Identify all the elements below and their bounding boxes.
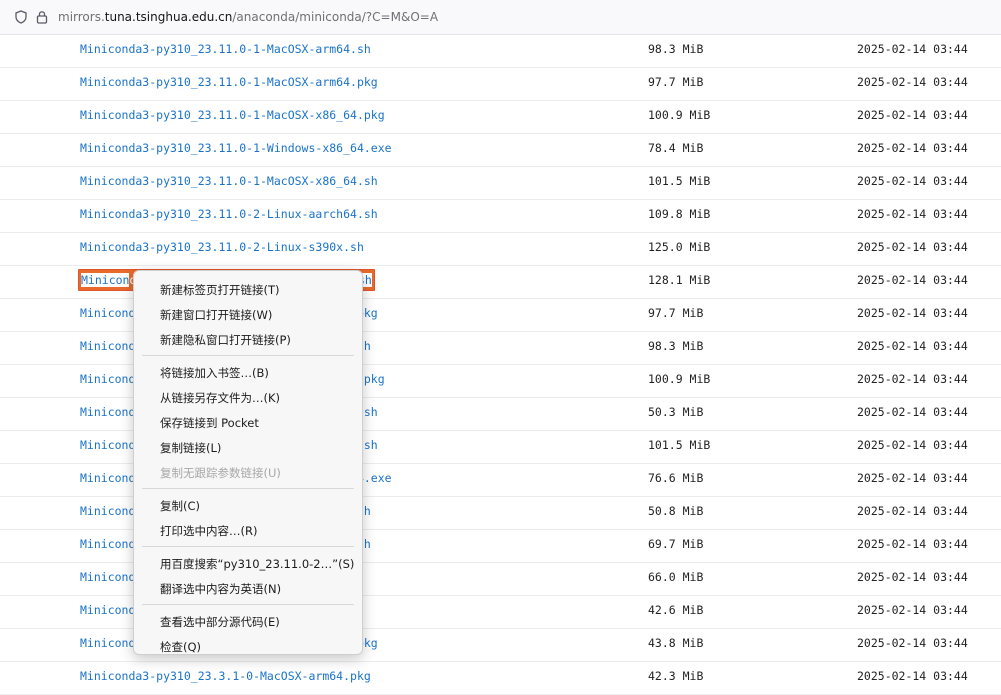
file-size: 69.7 MiB — [648, 537, 704, 551]
table-row: Miniconda3-py310_23.11.0-1-MacOSX-x86_64… — [0, 166, 1001, 200]
menu-item[interactable]: 新建标签页打开链接(T) — [134, 277, 362, 301]
menu-item-label: 从链接另存文件为…(K) — [160, 391, 281, 405]
file-size: 125.0 MiB — [648, 240, 711, 254]
file-size: 43.8 MiB — [648, 636, 704, 650]
table-row: Miniconda3-py310_23.11.0-1-MacOSX-arm64.… — [0, 34, 1001, 68]
table-row: Miniconda3-py310_23.11.0-1-Windows-x86_6… — [0, 133, 1001, 167]
file-size: 97.7 MiB — [648, 75, 704, 89]
file-link-start: Minicon — [81, 273, 130, 287]
menu-item-label: 复制链接(L) — [160, 441, 222, 455]
table-row: Miniconda3-py310_23.11.0-2-Linux-s390x.s… — [0, 232, 1001, 266]
file-date: 2025-02-14 03:44 — [857, 339, 968, 353]
file-link[interactable]: Miniconda3-py310_23.11.0-2-Linux-aarch64… — [80, 207, 378, 221]
table-row: Miniconda3-py310_23.11.0-1-MacOSX-arm64.… — [0, 67, 1001, 101]
menu-separator — [142, 355, 354, 356]
file-date: 2025-02-14 03:44 — [857, 108, 968, 122]
context-menu: 新建标签页打开链接(T) 新建窗口打开链接(W) 新建隐私窗口打开链接(P) 将链接加… — [133, 270, 363, 655]
file-size: 109.8 MiB — [648, 207, 711, 221]
lock-icon[interactable] — [35, 9, 49, 25]
menu-item-label: 查看选中部分源代码(E) — [160, 615, 280, 629]
menu-item-label: 用百度搜索“py310_23.11.0-2…”(S) — [160, 557, 355, 571]
menu-item-label: 将链接加入书签…(B) — [160, 366, 269, 380]
file-link[interactable]: Miniconda3-py310_23.11.0-1-MacOSX-x86_64… — [80, 174, 378, 188]
table-row: Miniconda3-py310_23.11.0-2-Linux-aarch64… — [0, 199, 1001, 233]
file-size: 76.6 MiB — [648, 471, 704, 485]
menu-item-label: 复制无跟踪参数链接(U) — [160, 466, 281, 480]
url-bar[interactable]: mirrors.tuna.tsinghua.edu.cn/anaconda/mi… — [0, 0, 1001, 35]
menu-separator — [142, 546, 354, 547]
file-size: 100.9 MiB — [648, 372, 711, 386]
menu-item[interactable]: 打印选中内容…(R) — [134, 518, 362, 542]
menu-item[interactable]: 将链接加入书签…(B) — [134, 360, 362, 384]
url-host: tuna.tsinghua.edu.cn — [104, 10, 233, 24]
file-size: 101.5 MiB — [648, 174, 711, 188]
menu-item-label: 新建隐私窗口打开链接(P) — [160, 333, 291, 347]
table-row: Miniconda3-py310_23.3.1-0-MacOSX-arm64.p… — [0, 661, 1001, 695]
menu-item[interactable]: 查看选中部分源代码(E) — [134, 609, 362, 633]
file-date: 2025-02-14 03:44 — [857, 207, 968, 221]
file-link[interactable]: Miniconda3-py310_23.11.0-1-MacOSX-x86_64… — [80, 108, 385, 122]
file-link[interactable]: Miniconda3-py310_23.11.0-1-Windows-x86_6… — [80, 141, 392, 155]
menu-item[interactable]: 从链接另存文件为…(K) — [134, 385, 362, 409]
file-date: 2025-02-14 03:44 — [857, 603, 968, 617]
file-size: 78.4 MiB — [648, 141, 704, 155]
file-size: 50.3 MiB — [648, 405, 704, 419]
menu-item-label: 复制(C) — [160, 499, 201, 513]
menu-item[interactable]: 复制(C) — [134, 493, 362, 517]
file-size: 50.8 MiB — [648, 504, 704, 518]
menu-item[interactable]: 用百度搜索“py310_23.11.0-2…”(S) — [134, 551, 362, 575]
shield-icon[interactable] — [14, 10, 28, 24]
file-date: 2025-02-14 03:44 — [857, 570, 968, 584]
file-date: 2025-02-14 03:44 — [857, 438, 968, 452]
menu-separator — [142, 604, 354, 605]
file-date: 2025-02-14 03:44 — [857, 504, 968, 518]
file-date: 2025-02-14 03:44 — [857, 636, 968, 650]
menu-item-label: 新建标签页打开链接(T) — [160, 283, 280, 297]
file-date: 2025-02-14 03:44 — [857, 306, 968, 320]
file-link[interactable]: Miniconda3-py310_23.11.0-1-MacOSX-arm64.… — [80, 42, 371, 56]
file-size: 128.1 MiB — [648, 273, 711, 287]
file-size: 42.3 MiB — [648, 669, 704, 683]
url-path: /anaconda/miniconda/?C=M&O=A — [232, 10, 439, 24]
file-size: 101.5 MiB — [648, 438, 711, 452]
file-link[interactable]: Miniconda3-py310_23.3.1-0-MacOSX-arm64.p… — [80, 669, 371, 683]
menu-item[interactable]: 新建隐私窗口打开链接(P) — [134, 327, 362, 351]
url-text[interactable]: mirrors.tuna.tsinghua.edu.cn/anaconda/mi… — [58, 10, 438, 24]
menu-item[interactable]: 保存链接到 Pocket — [134, 410, 362, 434]
menu-item-label: 新建窗口打开链接(W) — [160, 308, 273, 322]
file-size: 100.9 MiB — [648, 108, 711, 122]
file-date: 2025-02-14 03:44 — [857, 273, 968, 287]
file-date: 2025-02-14 03:44 — [857, 174, 968, 188]
file-link[interactable]: Miniconda3-py310_23.11.0-1-MacOSX-arm64.… — [80, 75, 378, 89]
file-size: 98.3 MiB — [648, 42, 704, 56]
file-size: 42.6 MiB — [648, 603, 704, 617]
menu-item-label: 翻译选中内容为英语(N) — [160, 582, 282, 596]
table-row: Miniconda3-py310_23.11.0-1-MacOSX-x86_64… — [0, 100, 1001, 134]
file-date: 2025-02-14 03:44 — [857, 537, 968, 551]
menu-item-label: 打印选中内容…(R) — [160, 524, 258, 538]
menu-item: 复制无跟踪参数链接(U) — [134, 460, 362, 484]
file-date: 2025-02-14 03:44 — [857, 669, 968, 683]
menu-item-label: 检查(Q) — [160, 640, 202, 654]
file-date: 2025-02-14 03:44 — [857, 42, 968, 56]
menu-item[interactable]: 复制链接(L) — [134, 435, 362, 459]
menu-separator — [142, 488, 354, 489]
file-size: 98.3 MiB — [648, 339, 704, 353]
file-date: 2025-02-14 03:44 — [857, 471, 968, 485]
file-date: 2025-02-14 03:44 — [857, 75, 968, 89]
file-size: 97.7 MiB — [648, 306, 704, 320]
menu-item[interactable]: 新建窗口打开链接(W) — [134, 302, 362, 326]
menu-item-label: 保存链接到 Pocket — [160, 416, 259, 430]
menu-item[interactable]: 检查(Q) — [134, 634, 362, 658]
file-link[interactable]: Miniconda3-py310_23.11.0-2-Linux-s390x.s… — [80, 240, 364, 254]
file-date: 2025-02-14 03:44 — [857, 141, 968, 155]
file-date: 2025-02-14 03:44 — [857, 405, 968, 419]
file-size: 66.0 MiB — [648, 570, 704, 584]
file-date: 2025-02-14 03:44 — [857, 372, 968, 386]
menu-item[interactable]: 翻译选中内容为英语(N) — [134, 576, 362, 600]
url-prefix: mirrors. — [58, 10, 105, 24]
file-date: 2025-02-14 03:44 — [857, 240, 968, 254]
